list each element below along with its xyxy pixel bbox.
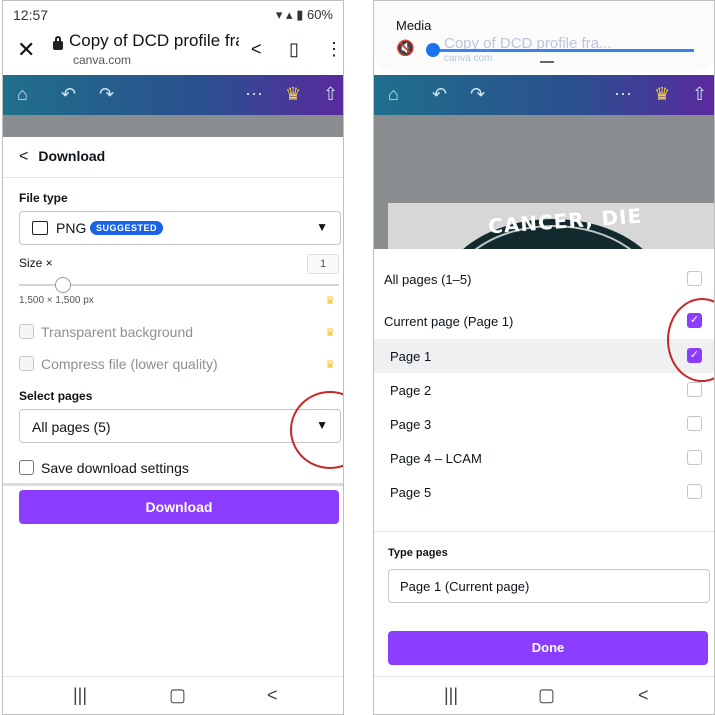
status-bar: 12:57 ▾ ▴ ▮ 60% (3, 1, 343, 29)
page-title: Copy of DCD profile fra... (69, 31, 239, 50)
recent-apps-icon[interactable]: ||| (73, 685, 87, 706)
right-phone-screen: ⌂ ↶ ↷ ⋯ ♛ ⇧ CANCER, DIE Media 🔇 Copy of … (373, 0, 715, 715)
done-button[interactable]: Done (388, 631, 708, 665)
redo-icon[interactable]: ↷ (99, 84, 114, 105)
page-option-label: Current page (Page 1) (384, 314, 514, 329)
home-button-icon[interactable]: ▢ (169, 685, 186, 706)
canva-toolbar: ⌂ ↶ ↷ ⋯ ♛ ⇧ (3, 75, 343, 115)
close-icon[interactable]: ✕ (17, 37, 35, 63)
canva-toolbar: ⌂ ↶ ↷ ⋯ ♛ ⇧ (374, 75, 714, 115)
size-label: Size × (19, 256, 53, 270)
page-option-2[interactable]: Page 2 (374, 373, 714, 407)
back-icon[interactable]: < (267, 685, 278, 706)
file-type-select[interactable]: PNG SUGGESTED ▼ (19, 211, 341, 245)
page-option-label: Page 1 (390, 349, 432, 364)
bookmark-icon[interactable]: ▯ (289, 39, 299, 60)
ghost-page-url: canva.com (444, 53, 493, 64)
crown-icon: ♛ (325, 359, 335, 371)
canvas-backdrop (3, 115, 343, 137)
divider (3, 483, 343, 486)
page-option-4[interactable]: Page 4 – LCAM (374, 441, 714, 475)
page-checkbox[interactable] (687, 416, 702, 431)
design-preview: CANCER, DIE (388, 203, 714, 249)
size-slider-thumb[interactable] (55, 277, 71, 293)
page-checkbox[interactable] (687, 271, 702, 286)
undo-icon[interactable]: ↶ (432, 84, 447, 105)
page-option-label: Page 4 – LCAM (390, 451, 482, 466)
size-input[interactable]: 1 (307, 254, 339, 274)
page-url: canva.com (73, 53, 132, 67)
home-icon[interactable]: ⌂ (17, 84, 28, 105)
chevron-down-icon: ▼ (316, 220, 328, 234)
page-checkbox[interactable] (687, 382, 702, 397)
page-option-current[interactable]: Current page (Page 1) ✓ (374, 304, 714, 338)
lock-icon (53, 36, 63, 50)
crown-icon: ♛ (325, 295, 335, 307)
redo-icon[interactable]: ↷ (470, 84, 485, 105)
image-icon (32, 221, 48, 235)
more-icon[interactable]: ⋯ (614, 84, 632, 105)
share-icon[interactable]: < (251, 39, 262, 60)
android-nav-bar: ||| ▢ < (374, 676, 714, 714)
home-button-icon[interactable]: ▢ (538, 685, 555, 706)
page-option-3[interactable]: Page 3 (374, 407, 714, 441)
divider (3, 177, 343, 178)
page-option-label: All pages (1–5) (384, 272, 472, 287)
recent-apps-icon[interactable]: ||| (444, 685, 458, 706)
compress-file-label: Compress file (lower quality) (41, 356, 218, 372)
back-chevron-icon[interactable]: < (19, 148, 28, 166)
page-option-5[interactable]: Page 5 (374, 475, 714, 509)
page-option-1[interactable]: Page 1 ✓ (374, 339, 714, 373)
size-readout: 1,500 × 1,500 px (19, 295, 94, 306)
type-pages-label: Type pages (388, 547, 448, 559)
upload-share-icon[interactable]: ⇧ (323, 84, 338, 105)
browser-bar: ✕ Copy of DCD profile fra... canva.com <… (3, 29, 343, 75)
media-volume-panel: Media 🔇 Copy of DCD profile fra... canva… (374, 1, 714, 71)
panel-handle[interactable] (540, 61, 554, 63)
compress-file-checkbox[interactable] (19, 356, 34, 371)
home-icon[interactable]: ⌂ (388, 84, 399, 105)
page-option-label: Page 3 (390, 417, 432, 432)
status-time: 12:57 (13, 7, 49, 23)
select-pages-sheet: All pages (1–5) Current page (Page 1) ✓ … (374, 249, 714, 676)
mute-icon[interactable]: 🔇 (396, 39, 415, 57)
media-title: Media (396, 18, 432, 33)
divider (374, 531, 714, 532)
file-type-value: PNG (56, 220, 87, 236)
page-option-label: Page 2 (390, 383, 432, 398)
crown-icon[interactable]: ♛ (654, 84, 670, 105)
undo-icon[interactable]: ↶ (61, 84, 76, 105)
suggested-badge: SUGGESTED (90, 221, 164, 235)
crown-icon: ♛ (325, 327, 335, 339)
page-checkbox[interactable] (687, 450, 702, 465)
back-icon[interactable]: < (638, 685, 649, 706)
page-option-all[interactable]: All pages (1–5) (374, 262, 714, 296)
panel-header[interactable]: < Download (19, 148, 105, 166)
transparent-background-checkbox[interactable] (19, 324, 34, 339)
android-nav-bar: ||| ▢ < (3, 676, 343, 714)
page-option-label: Page 5 (390, 485, 432, 500)
volume-slider-track[interactable] (432, 49, 694, 52)
crown-icon[interactable]: ♛ (285, 84, 301, 105)
save-settings-label: Save download settings (41, 460, 189, 476)
more-menu-icon[interactable]: ⋮ (325, 39, 343, 60)
file-type-label: File type (19, 191, 68, 205)
upload-share-icon[interactable]: ⇧ (692, 84, 707, 105)
status-battery: ▾ ▴ ▮ 60% (275, 7, 333, 22)
volume-slider-thumb[interactable] (426, 43, 440, 57)
save-settings-checkbox[interactable] (19, 460, 34, 475)
transparent-background-label: Transparent background (41, 324, 194, 340)
left-phone-screen: 12:57 ▾ ▴ ▮ 60% ✕ Copy of DCD profile fr… (2, 0, 344, 715)
page-checkbox[interactable] (687, 484, 702, 499)
select-pages-label: Select pages (19, 389, 93, 403)
more-icon[interactable]: ⋯ (245, 84, 263, 105)
select-pages-value: All pages (5) (32, 419, 111, 435)
type-pages-input[interactable]: Page 1 (Current page) (388, 569, 710, 603)
download-button[interactable]: Download (19, 490, 339, 524)
canvas-backdrop: CANCER, DIE (374, 115, 714, 249)
